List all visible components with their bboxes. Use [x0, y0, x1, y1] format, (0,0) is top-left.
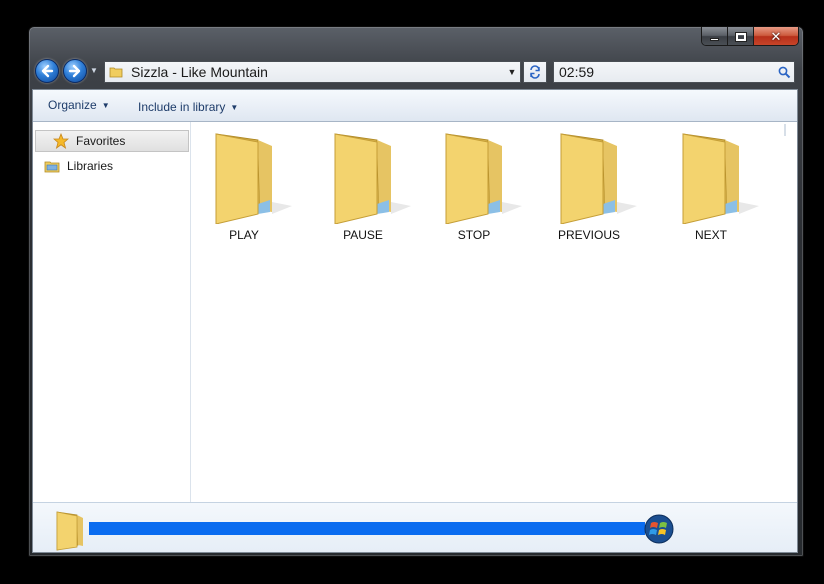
forward-button[interactable] [63, 59, 87, 83]
folder-icon [109, 67, 123, 78]
file-list: PLAY PAUSE STOP PREVIOUS NEXT [192, 122, 797, 502]
folder-item-pause[interactable]: PAUSE [313, 128, 413, 242]
folder-item-play[interactable]: PLAY [194, 128, 294, 242]
client-area: Organize ▼ Include in library ▼ Favorite… [32, 89, 798, 553]
minimize-icon [710, 38, 719, 41]
folder-item-next[interactable]: NEXT [661, 128, 761, 242]
folder-icon [682, 133, 759, 224]
close-icon: ✕ [770, 29, 782, 44]
folder-label: PLAY [229, 228, 259, 242]
close-button[interactable]: ✕ [754, 27, 798, 45]
command-bar: Organize ▼ Include in library ▼ [33, 90, 797, 122]
folder-label: PAUSE [343, 228, 383, 242]
folder-icon [56, 511, 83, 551]
chevron-down-icon: ▼ [101, 100, 110, 110]
minimize-button[interactable] [702, 27, 728, 45]
refresh-button[interactable] [523, 61, 547, 83]
arrow-left-icon [41, 64, 54, 78]
arrow-right-icon [68, 64, 81, 78]
search-input[interactable]: 02:59 [559, 64, 774, 80]
nav-item-label: Libraries [67, 159, 114, 173]
organize-menu[interactable]: Organize ▼ [48, 98, 110, 112]
progress-fill [89, 522, 645, 535]
navigation-pane: Favorites Libraries [33, 122, 191, 502]
nav-item-label: Favorites [76, 134, 126, 148]
nav-item-favorites[interactable]: Favorites [35, 130, 189, 152]
recent-pages-dropdown[interactable]: ▼ [90, 66, 98, 76]
nav-item-libraries[interactable]: Libraries [35, 155, 189, 177]
folder-icon [215, 133, 292, 224]
folder-icon [445, 133, 522, 224]
folder-label: PREVIOUS [557, 228, 620, 242]
folder-item-stop[interactable]: STOP [424, 128, 524, 242]
folder-label: NEXT [694, 228, 727, 242]
star-icon [52, 133, 70, 149]
refresh-icon [530, 65, 540, 79]
include-in-library-label: Include in library [138, 100, 226, 114]
maximize-icon [734, 31, 747, 42]
libraries-icon [43, 158, 61, 174]
include-in-library-menu[interactable]: Include in library ▼ [138, 100, 238, 114]
caption-buttons: ✕ [701, 27, 799, 46]
search-box[interactable]: 02:59 [553, 61, 795, 83]
search-icon[interactable] [774, 66, 794, 79]
scrollbar-stub[interactable] [784, 124, 786, 136]
details-pane [33, 502, 797, 552]
address-dropdown-button[interactable]: ▼ [504, 62, 520, 82]
folder-label: STOP [457, 228, 491, 242]
maximize-button[interactable] [728, 27, 754, 45]
address-path: Sizzla - Like Mountain [131, 64, 268, 80]
chevron-down-icon: ▼ [230, 102, 239, 112]
folder-icon [334, 133, 411, 224]
folder-item-previous[interactable]: PREVIOUS [539, 128, 639, 242]
progress-bar[interactable] [89, 522, 645, 535]
back-button[interactable] [35, 59, 59, 83]
address-bar[interactable]: Sizzla - Like Mountain ▼ [104, 61, 521, 83]
windows-logo-icon [644, 514, 674, 544]
organize-label: Organize [48, 98, 97, 112]
folder-icon [560, 133, 637, 224]
